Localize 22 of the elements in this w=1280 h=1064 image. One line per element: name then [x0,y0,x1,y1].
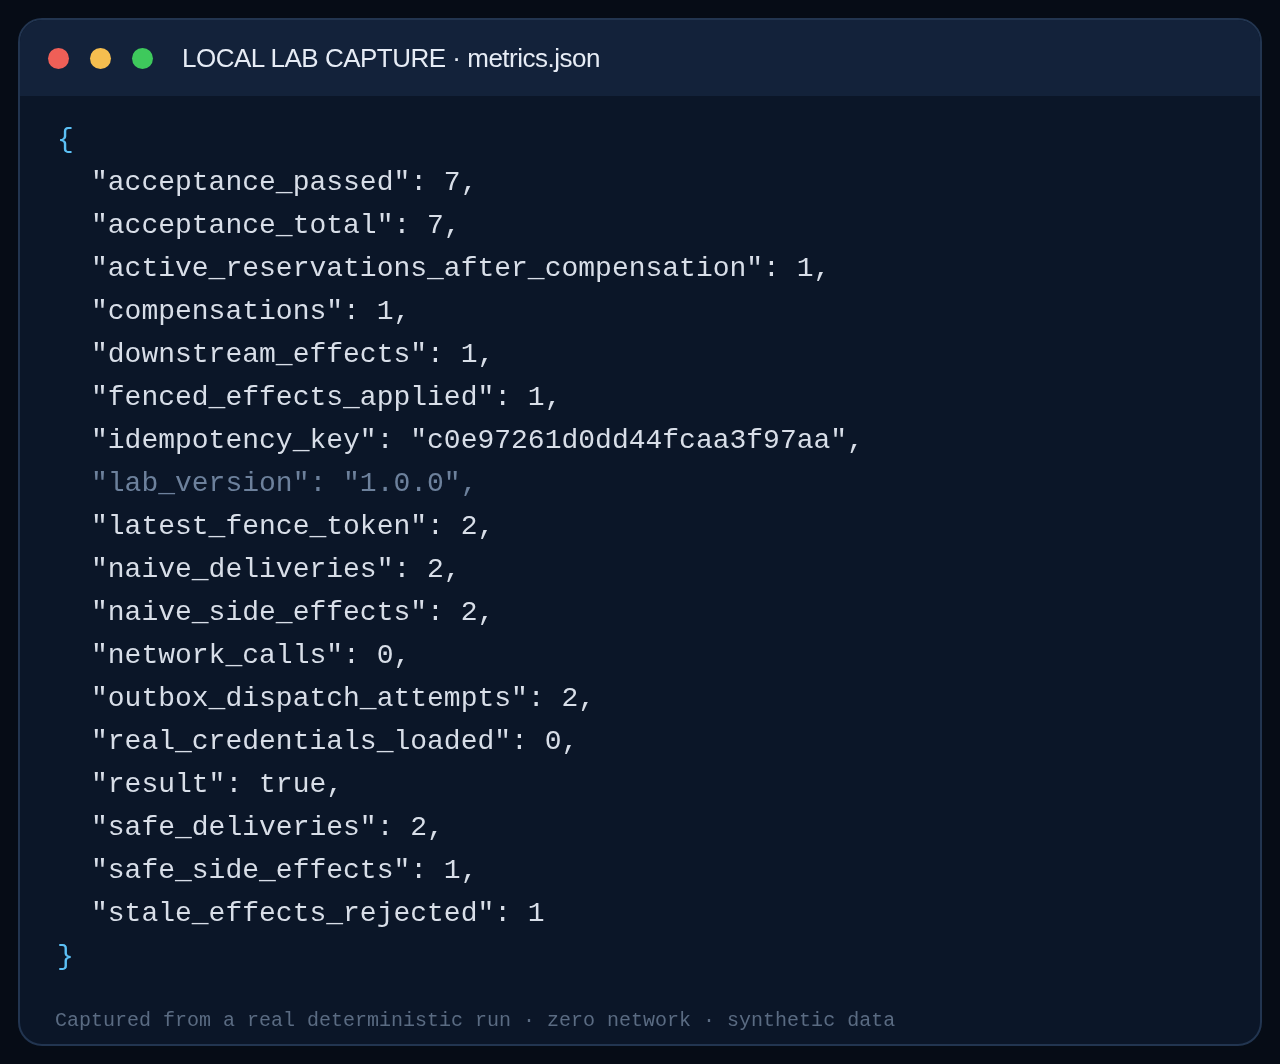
code-line: "naive_side_effects": 2, [90,596,495,630]
footer-note: Captured from a real deterministic run · zero network · synthetic data [55,1009,896,1032]
window-title: LOCAL LAB CAPTURE · metrics.json [182,41,600,75]
code-line: "fenced_effects_applied": 1, [90,381,562,415]
code-line: "lab_version": "1.0.0", [90,467,478,501]
code-line: "outbox_dispatch_attempts": 2, [90,682,596,716]
code-line: "real_credentials_loaded": 0, [90,725,579,759]
code-line: "naive_deliveries": 2, [90,553,461,587]
code-line: "network_calls": 0, [90,639,411,673]
code-line: "downstream_effects": 1, [90,338,495,372]
code-brace: { [57,123,74,157]
code-line: "active_reservations_after_compensation": 1, [90,252,831,286]
code-line: "stale_effects_rejected": 1 [90,897,545,931]
code-line: "safe_side_effects": 1, [90,854,478,888]
code-line: "safe_deliveries": 2, [90,811,444,845]
code-line: "result": true, [90,768,344,802]
code-line: "acceptance_total": 7, [90,209,461,243]
code-line: "idempotency_key": "c0e97261d0dd44fcaa3f97aa", [90,424,864,458]
code-line: "latest_fence_token": 2, [90,510,495,544]
code-brace: } [57,940,74,974]
code-line: "acceptance_passed": 7, [90,166,478,200]
code-line: "compensations": 1, [90,295,411,329]
